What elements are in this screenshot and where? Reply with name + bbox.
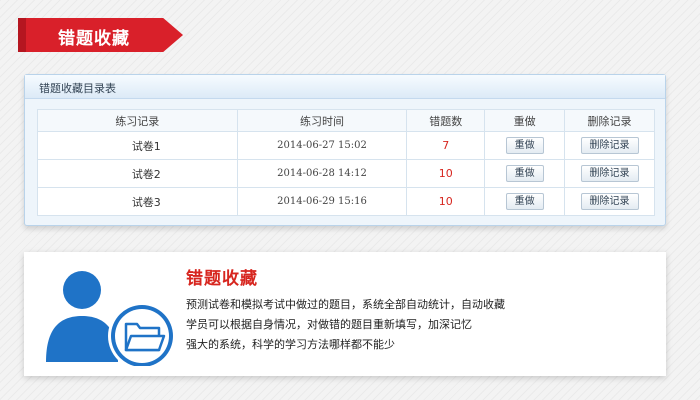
delete-record-button[interactable]: 删除记录 (580, 193, 639, 210)
feature-illustration (42, 266, 192, 370)
redo-cell: 重做 (484, 159, 566, 188)
feature-line-1: 预测试卷和模拟考试中做过的题目，系统全部自动统计，自动收藏 (186, 298, 505, 311)
record-count: 10 (406, 187, 486, 216)
banner-accent (18, 18, 26, 52)
record-time: 2014-06-28 14:12 (236, 159, 408, 188)
redo-button[interactable]: 重做 (505, 193, 544, 210)
feature-line-2: 学员可以根据自身情况，对做错的题目重新填写，加深记忆 (186, 318, 472, 331)
feature-card: 错题收藏 预测试卷和模拟考试中做过的题目，系统全部自动统计，自动收藏 学员可以根… (24, 252, 666, 376)
banner-title: 错题收藏 (58, 29, 130, 49)
header-delete: 删除记录 (564, 109, 655, 132)
folder-icon (108, 302, 176, 370)
feature-title: 错题收藏 (186, 269, 258, 289)
delete-record-button[interactable]: 删除记录 (580, 137, 639, 154)
record-name: 试卷1 (37, 131, 238, 160)
redo-cell: 重做 (484, 131, 566, 160)
delete-cell: 删除记录 (564, 187, 655, 216)
redo-cell: 重做 (484, 187, 566, 216)
record-count: 7 (406, 131, 486, 160)
record-count: 10 (406, 159, 486, 188)
record-name: 试卷3 (37, 187, 238, 216)
header-redo: 重做 (484, 109, 566, 132)
wrong-questions-panel: 错题收藏目录表 练习记录 练习时间 错题数 重做 删除记录 试卷1 2014-0… (24, 74, 666, 226)
header-count: 错题数 (406, 109, 486, 132)
table-header-row: 练习记录 练习时间 错题数 重做 删除记录 (37, 109, 655, 132)
feature-line-3: 强大的系统，科学的学习方法哪样都不能少 (186, 338, 395, 351)
header-time: 练习时间 (236, 109, 408, 132)
delete-cell: 删除记录 (564, 159, 655, 188)
header-record: 练习记录 (37, 109, 238, 132)
redo-button[interactable]: 重做 (505, 137, 544, 154)
redo-button[interactable]: 重做 (505, 165, 544, 182)
delete-record-button[interactable]: 删除记录 (580, 165, 639, 182)
delete-cell: 删除记录 (564, 131, 655, 160)
records-table: 练习记录 练习时间 错题数 重做 删除记录 试卷1 2014-06-27 15:… (37, 109, 655, 216)
record-time: 2014-06-27 15:02 (236, 131, 408, 160)
panel-title: 错题收藏目录表 (25, 75, 665, 99)
table-row: 试卷3 2014-06-29 15:16 10 重做 删除记录 (37, 187, 655, 216)
table-row: 试卷2 2014-06-28 14:12 10 重做 删除记录 (37, 159, 655, 188)
record-time: 2014-06-29 15:16 (236, 187, 408, 216)
table-row: 试卷1 2014-06-27 15:02 7 重做 删除记录 (37, 131, 655, 160)
user-icon (46, 271, 176, 370)
record-name: 试卷2 (37, 159, 238, 188)
